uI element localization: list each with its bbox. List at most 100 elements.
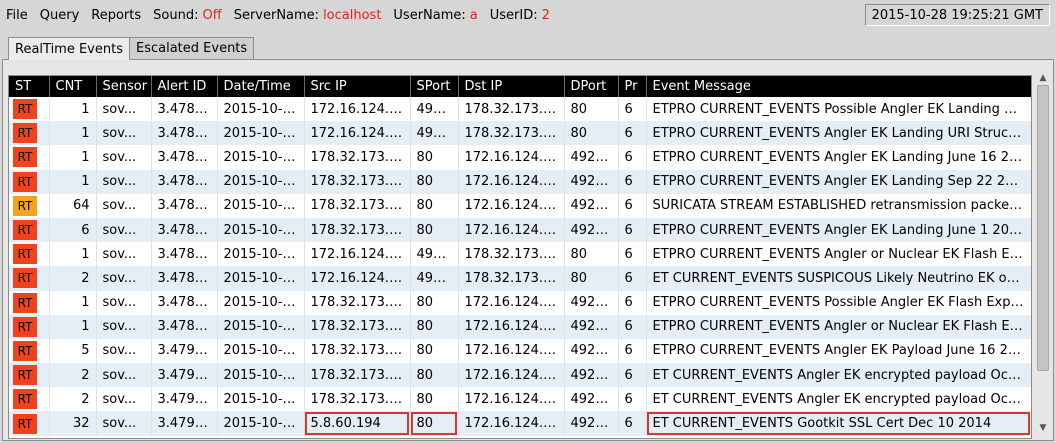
- tab-escalated-events[interactable]: Escalated Events: [129, 37, 255, 59]
- status-cell: RT: [9, 217, 50, 243]
- table-row[interactable]: RT 2 sov... 3.47896 2015-10-28... 172.16.124.…: [9, 266, 1031, 291]
- count-cell: 1: [49, 290, 97, 315]
- event-message-cell: ETPRO CURRENT_EVENTS Angler EK Payload J…: [646, 338, 1031, 364]
- count-cell: 1: [49, 314, 97, 339]
- count-cell: 1: [49, 169, 97, 194]
- menu-bar: File Query Reports Sound: Off ServerName…: [0, 0, 1056, 30]
- dst-ip-cell: 172.16.124.217: [458, 411, 565, 436]
- table-row[interactable]: RT 2 sov... 3.47907 2015-10-28... 178.32.173.…: [9, 387, 1031, 412]
- src-ip-cell: 178.32.173.181: [304, 169, 411, 194]
- status-badge: RT: [13, 220, 37, 241]
- src-ip-cell: 178.32.173.181: [304, 387, 411, 412]
- table-row[interactable]: RT 64 sov... 3.47825 2015-10-28... 178.32.173…: [9, 193, 1031, 218]
- scrollbar-track[interactable]: [1035, 85, 1051, 421]
- table-row[interactable]: RT 32 sov... 3.47909 2015-10-28... 5.8.60.194…: [9, 411, 1031, 436]
- sensor-cell: sov...: [96, 242, 152, 267]
- status-badge: RT: [13, 268, 37, 289]
- dst-ip-cell: 178.32.173.181: [458, 266, 565, 291]
- scrollbar-thumb[interactable]: [1037, 85, 1049, 371]
- status-badge: RT: [13, 413, 37, 434]
- protocol-cell: 6: [618, 97, 647, 122]
- protocol-cell: 6: [618, 314, 647, 339]
- sport-cell: 80: [410, 363, 459, 388]
- event-message-cell: ETPRO CURRENT_EVENTS Angler EK Landing J…: [646, 145, 1031, 170]
- sensor-cell: sov...: [96, 97, 152, 122]
- count-cell: 1: [49, 145, 97, 170]
- column-header-sport[interactable]: SPort: [410, 76, 459, 97]
- status-cell: RT: [9, 193, 50, 218]
- date-time-cell: 2015-10-28...: [217, 363, 305, 388]
- protocol-cell: 6: [618, 411, 647, 436]
- column-header-date-time[interactable]: Date/Time: [217, 76, 305, 97]
- dst-ip-cell: 172.16.124.217: [458, 314, 565, 339]
- src-ip-cell: 172.16.124.217: [304, 266, 411, 291]
- table-row[interactable]: RT 1 sov... 3.47897 2015-10-28... 178.32.173.…: [9, 290, 1031, 315]
- column-header-alert-id[interactable]: Alert ID: [151, 76, 218, 97]
- count-cell: 2: [49, 363, 97, 388]
- date-time-cell: 2015-10-28...: [217, 266, 305, 291]
- vertical-scrollbar[interactable]: ▲ ▼: [1035, 71, 1051, 439]
- dport-cell: 49245: [564, 145, 619, 170]
- event-message-cell: ETPRO CURRENT_EVENTS Possible Angler EK …: [646, 97, 1031, 122]
- protocol-cell: 6: [618, 193, 647, 218]
- sport-cell: 80: [410, 193, 459, 218]
- status-cell: RT: [9, 97, 50, 122]
- server-name-label: ServerName:: [233, 7, 320, 23]
- server-name-value: localhost: [323, 7, 382, 23]
- dport-cell: 49247: [564, 363, 619, 388]
- status-badge: RT: [13, 389, 37, 410]
- event-message-cell: SURICATA STREAM ESTABLISHED retransmissi…: [646, 193, 1031, 218]
- tab-realtime-events[interactable]: RealTime Events: [8, 37, 130, 60]
- column-header-src-ip[interactable]: Src IP: [304, 76, 411, 97]
- sport-cell: 49246: [410, 266, 459, 291]
- src-ip-cell: 178.32.173.181: [304, 145, 411, 170]
- sport-cell: 80: [410, 314, 459, 339]
- count-cell: 1: [49, 242, 97, 267]
- count-cell: 6: [49, 217, 97, 243]
- src-ip-cell: 172.16.124.217: [304, 97, 411, 122]
- tab-bar: RealTime Events Escalated Events: [8, 37, 255, 60]
- date-time-cell: 2015-10-28...: [217, 290, 305, 315]
- table-row[interactable]: RT 1 sov... 3.47895 2015-10-28... 172.16.124.…: [9, 242, 1031, 267]
- scroll-up-arrow-icon[interactable]: ▲: [1035, 71, 1051, 85]
- column-header-dport[interactable]: DPort: [564, 76, 619, 97]
- dport-cell: 49247: [564, 387, 619, 412]
- column-header-event-message[interactable]: Event Message: [646, 76, 1031, 97]
- table-row[interactable]: RT 1 sov... 3.47822 2015-10-28... 172.16.124.…: [9, 121, 1031, 146]
- date-time-cell: 2015-10-28...: [217, 387, 305, 412]
- table-row[interactable]: RT 5 sov... 3.47900 2015-10-28... 178.32.173.…: [9, 338, 1031, 364]
- protocol-cell: 6: [618, 363, 647, 388]
- menu-reports[interactable]: Reports: [91, 8, 141, 23]
- count-cell: 1: [49, 121, 97, 146]
- column-header-pr[interactable]: Pr: [618, 76, 647, 97]
- table-row[interactable]: RT 2 sov... 3.47902 2015-10-28... 178.32.173.…: [9, 363, 1031, 388]
- src-ip-cell: 178.32.173.181: [304, 363, 411, 388]
- column-header-cnt[interactable]: CNT: [49, 76, 97, 97]
- sensor-cell: sov...: [96, 169, 152, 194]
- sport-cell: 49246: [410, 242, 459, 267]
- src-ip-cell: 178.32.173.181: [304, 193, 411, 218]
- column-header-sensor[interactable]: Sensor: [96, 76, 152, 97]
- alert-id-cell: 3.47821: [151, 97, 218, 122]
- table-row[interactable]: RT 1 sov... 3.47823 2015-10-28... 178.32.173.…: [9, 145, 1031, 170]
- status-cell: RT: [9, 363, 50, 388]
- alert-id-cell: 3.47900: [151, 338, 218, 364]
- protocol-cell: 6: [618, 145, 647, 170]
- table-row[interactable]: RT 6 sov... 3.47826 2015-10-28... 178.32.173.…: [9, 217, 1031, 243]
- table-row[interactable]: RT 1 sov... 3.47821 2015-10-28... 172.16.124.…: [9, 97, 1031, 122]
- src-ip-cell: 172.16.124.217: [304, 121, 411, 146]
- column-header-st[interactable]: ST: [9, 76, 50, 97]
- date-time-cell: 2015-10-28...: [217, 338, 305, 364]
- event-message-cell: ET CURRENT_EVENTS Angler EK encrypted pa…: [646, 363, 1031, 388]
- table-row[interactable]: RT 1 sov... 3.47898 2015-10-28... 178.32.173.…: [9, 314, 1031, 339]
- menu-file[interactable]: File: [6, 8, 28, 23]
- menu-query[interactable]: Query: [40, 8, 80, 23]
- protocol-cell: 6: [618, 169, 647, 194]
- alert-id-cell: 3.47896: [151, 266, 218, 291]
- scroll-down-arrow-icon[interactable]: ▼: [1035, 421, 1051, 435]
- date-time-cell: 2015-10-28...: [217, 411, 305, 436]
- user-id-label: UserID:: [489, 7, 538, 23]
- table-row[interactable]: RT 1 sov... 3.47824 2015-10-28... 178.32.173.…: [9, 169, 1031, 194]
- status-badge: RT: [13, 123, 37, 144]
- column-header-dst-ip[interactable]: Dst IP: [458, 76, 565, 97]
